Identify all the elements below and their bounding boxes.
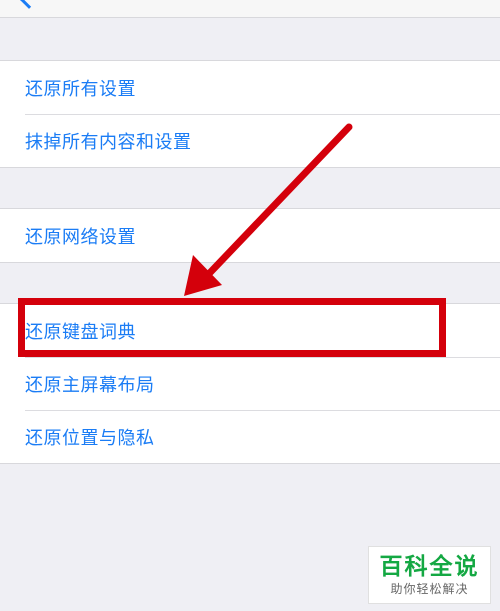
settings-group-network: 还原网络设置 — [0, 208, 500, 263]
reset-location-privacy-item[interactable]: 还原位置与隐私 — [0, 410, 500, 463]
reset-home-screen-layout-item[interactable]: 还原主屏幕布局 — [0, 357, 500, 410]
erase-all-content-item[interactable]: 抹掉所有内容和设置 — [0, 114, 500, 167]
watermark-subtitle: 助你轻松解决 — [390, 582, 469, 596]
highlight-annotation-box — [18, 298, 446, 357]
back-chevron-icon[interactable] — [19, 0, 39, 9]
reset-all-settings-item[interactable]: 还原所有设置 — [0, 61, 500, 114]
watermark-title: 百科全说 — [379, 554, 480, 580]
settings-group-reset-all: 还原所有设置 抹掉所有内容和设置 — [0, 60, 500, 168]
reset-network-settings-item[interactable]: 还原网络设置 — [0, 209, 500, 262]
navigation-bar — [0, 0, 500, 18]
watermark-logo: 百科全说 助你轻松解决 — [368, 546, 491, 604]
